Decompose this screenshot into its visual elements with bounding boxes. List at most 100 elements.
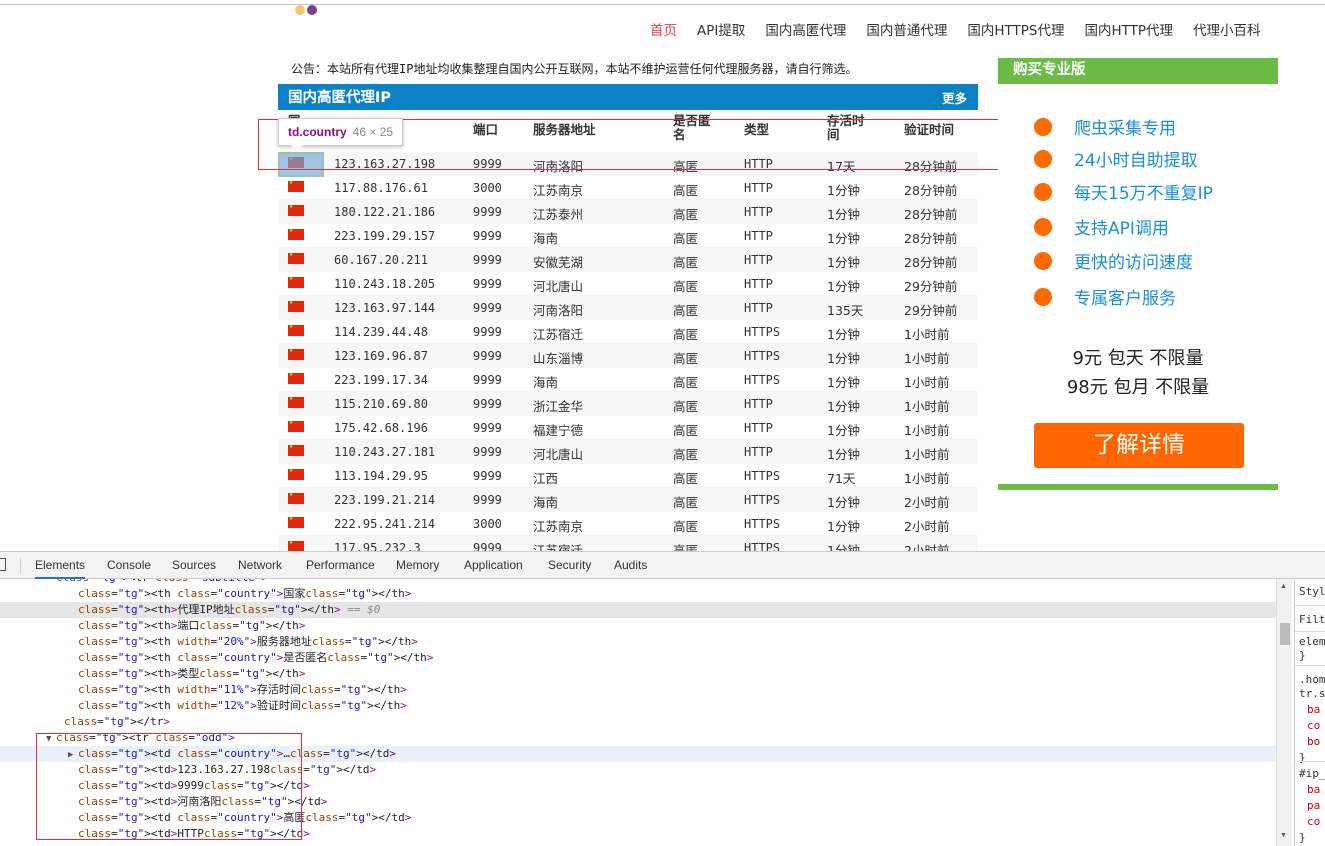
dom-node-line[interactable]: class="tg"><th>端口class="tg"></th> (0, 618, 1276, 634)
tab-sources[interactable]: Sources (172, 552, 216, 579)
cell-alive: 1分钟 (827, 399, 860, 414)
learn-more-button[interactable]: 了解详情 (1034, 423, 1244, 468)
dom-node-line[interactable]: class="tg"><th class="country">是否匿名class… (0, 650, 1276, 666)
style-rule-fragment: } (1299, 831, 1306, 844)
tab-console[interactable]: Console (107, 552, 151, 579)
bullet-dot-icon (1034, 288, 1052, 306)
cell-alive: 1分钟 (827, 351, 860, 366)
cell-ip: 123.169.96.87 (334, 349, 428, 363)
china-flag-icon (288, 202, 304, 216)
cell-verify: 1小时前 (904, 447, 950, 462)
cell-ip: 114.239.44.48 (334, 325, 428, 339)
cell-anonymity: 高匿 (673, 495, 699, 510)
cell-address: 福建宁德 (533, 423, 584, 438)
cell-ip: 175.42.68.196 (334, 421, 428, 435)
cell-verify: 2小时前 (904, 519, 950, 534)
cell-alive: 1分钟 (827, 447, 860, 462)
table-row: 180.122.21.186 9999 江苏泰州 高匿 HTTP 1分钟 28分钟前 (278, 200, 978, 224)
scroll-up-icon[interactable]: ▲ (1280, 583, 1287, 590)
cell-address: 海南 (533, 231, 559, 246)
table-row: 175.42.68.196 9999 福建宁德 高匿 HTTP 1分钟 1小时前 (278, 416, 978, 440)
tab-memory[interactable]: Memory (396, 552, 439, 579)
tab-security[interactable]: Security (548, 552, 591, 579)
cell-anonymity: 高匿 (673, 303, 699, 318)
proxy-table: 国 端口 服务器地址 是否匿名 类型 存活时间 验证时间 123.163.27.… (278, 110, 978, 551)
cell-alive: 1分钟 (827, 327, 860, 342)
scroll-thumb[interactable] (1280, 623, 1290, 645)
nav-https[interactable]: 国内HTTPS代理 (967, 20, 1064, 42)
style-rule-fragment: ba (1307, 783, 1321, 796)
dom-node-line[interactable]: class="tg"><th class="country">国家class="… (0, 586, 1276, 602)
cell-anonymity: 高匿 (673, 231, 699, 246)
tab-performance[interactable]: Performance (306, 552, 375, 579)
dom-node-line[interactable]: class="tg"><th width="11%">存活时间class="tg… (0, 682, 1276, 698)
nav-wiki[interactable]: 代理小百科 (1193, 20, 1261, 42)
cell-ip: 110.243.18.205 (334, 277, 436, 291)
table-row: 117.95.232.3 9999 江苏宿迁 高匿 HTTPS 1分钟 2小时前 (278, 536, 978, 551)
cell-type: HTTP (744, 301, 773, 315)
dom-node-line[interactable]: class="tg"><th width="20%">服务器地址class="t… (0, 634, 1276, 650)
nav-normal[interactable]: 国内普通代理 (866, 20, 947, 42)
cell-port: 3000 (473, 517, 502, 531)
scroll-down-icon[interactable]: ▼ (1280, 832, 1287, 839)
nav-high-anon[interactable]: 国内高匿代理 (765, 20, 846, 42)
cell-address: 河北唐山 (533, 447, 584, 462)
cell-alive: 1分钟 (827, 183, 860, 198)
notice-text: 公告：本站所有代理IP地址均收集整理自国内公开互联网，本站不维护运营任何代理服务… (291, 62, 858, 76)
table-row: 223.199.17.34 9999 海南 高匿 HTTPS 1分钟 1小时前 (278, 368, 978, 392)
dom-node-line[interactable]: class="tg"><th>代理IP地址class="tg"></th> ==… (0, 602, 1276, 618)
tab-application[interactable]: Application (464, 552, 523, 579)
cell-address: 江苏宿迁 (533, 327, 584, 342)
nav-home[interactable]: 首页 (650, 20, 677, 42)
style-divider (1295, 761, 1325, 762)
tab-elements[interactable]: Elements (35, 552, 86, 579)
nav-api[interactable]: API提取 (697, 20, 745, 42)
bullet-dot-icon (1034, 150, 1052, 168)
china-flag-icon (288, 370, 304, 384)
china-flag-icon (288, 322, 304, 336)
cell-port: 9999 (473, 349, 502, 363)
bullet-dot-icon (1034, 218, 1052, 236)
table-row: 115.210.69.80 9999 浙江金华 高匿 HTTP 1分钟 1小时前 (278, 392, 978, 416)
tab-network[interactable]: Network (238, 552, 282, 579)
tab-audits[interactable]: Audits (614, 552, 647, 579)
cell-anonymity: 高匿 (673, 471, 699, 486)
dom-node-line[interactable]: class="tg"></tr> (0, 714, 1276, 730)
more-link[interactable]: 更多 (942, 88, 967, 107)
price-month: 98元 包月 不限量 (1066, 377, 1210, 398)
dom-node-line[interactable]: class="tg"><th>类型class="tg"></th> (0, 666, 1276, 682)
devtools-panel: Elements Console Sources Network Perform… (0, 551, 1325, 846)
nav-http[interactable]: 国内HTTP代理 (1084, 20, 1173, 42)
cell-type: HTTPS (744, 517, 781, 531)
cell-anonymity: 高匿 (673, 207, 699, 222)
devtools-tabbar: Elements Console Sources Network Perform… (0, 552, 1325, 579)
table-row: 222.95.241.214 3000 江苏南京 高匿 HTTPS 1分钟 2小时前 (278, 512, 978, 536)
cell-type: HTTP (744, 421, 773, 435)
cell-anonymity: 高匿 (673, 351, 699, 366)
dom-scrollbar[interactable]: ▲ ▼ (1276, 579, 1292, 846)
style-rule-fragment: ba (1307, 703, 1321, 716)
cell-verify: 2小时前 (904, 543, 950, 551)
cell-port: 9999 (473, 325, 502, 339)
cell-port: 9999 (473, 421, 502, 435)
china-flag-icon (288, 442, 304, 456)
cell-anonymity: 高匿 (673, 255, 699, 270)
dom-node-line[interactable]: class="tg"><tr class="subtitle"> (0, 579, 1276, 586)
cell-alive: 135天 (827, 303, 864, 318)
cell-anonymity: 高匿 (673, 279, 699, 294)
cell-type: HTTPS (744, 493, 781, 507)
cell-ip: 180.122.21.186 (334, 205, 436, 219)
table-row: 110.243.18.205 9999 河北唐山 高匿 HTTP 1分钟 29分钟前 (278, 272, 978, 296)
style-divider (1295, 605, 1325, 606)
logo[interactable] (295, 2, 319, 20)
cell-address: 江西 (533, 471, 559, 486)
cell-ip: 110.243.27.181 (334, 445, 436, 459)
bullet-dot-icon (1034, 183, 1052, 201)
device-toolbar-icon[interactable] (0, 558, 6, 571)
table-header-bar: 国内高匿代理IP 更多 (278, 84, 978, 110)
cell-ip: 223.199.21.214 (334, 493, 436, 507)
dom-node-line[interactable]: class="tg"><th width="12%">验证时间class="tg… (0, 698, 1276, 714)
cell-alive: 1分钟 (827, 255, 860, 270)
cell-address: 江苏南京 (533, 519, 584, 534)
cell-verify: 1小时前 (904, 351, 950, 366)
